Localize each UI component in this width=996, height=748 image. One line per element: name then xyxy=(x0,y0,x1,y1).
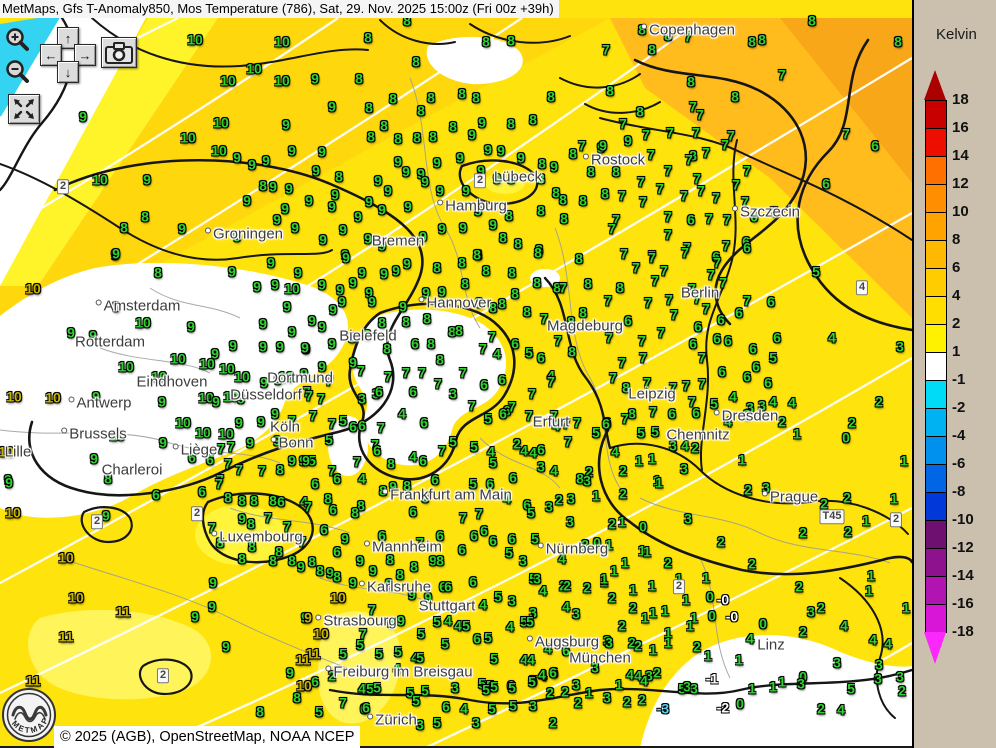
legend-tick-label: 18 xyxy=(952,91,969,108)
legend-tick-label: 12 xyxy=(952,175,969,192)
fullscreen-button[interactable] xyxy=(8,94,40,124)
screenshot-button[interactable] xyxy=(101,37,137,68)
title-bar: MetMaps, Gfs T-Anomaly850, Mos Temperatu… xyxy=(0,0,559,18)
metmaps-app: { "title_bar": {"text": "MetMaps, Gfs T-… xyxy=(0,0,996,748)
legend-segment xyxy=(926,577,946,605)
legend-tick-label: -6 xyxy=(952,455,965,472)
legend-segment xyxy=(926,101,946,129)
run-title: MetMaps, Gfs T-Anomaly850, Mos Temperatu… xyxy=(2,1,554,16)
legend-segment xyxy=(926,213,946,241)
legend-tick-label: 16 xyxy=(952,119,969,136)
legend-segment xyxy=(926,157,946,185)
legend-tick-label: 8 xyxy=(952,231,960,248)
legend-tick-label: 10 xyxy=(952,203,969,220)
legend-segment xyxy=(926,185,946,213)
zoom-out-button[interactable] xyxy=(5,59,31,85)
attribution-bar[interactable]: © 2025 (AGB), OpenStreetMap, NOAA NCEP xyxy=(54,726,360,748)
legend-tick-label: -14 xyxy=(952,567,974,584)
legend-tick-label: -8 xyxy=(952,483,965,500)
legend-sidebar: Kelvin 18 16 14 12 10 8 6 4 2 1 -1 -2 -4 -6 -8 -10 -12 -1… xyxy=(912,0,996,748)
legend-tick-label: -18 xyxy=(952,623,974,640)
legend-title: Kelvin xyxy=(936,26,977,43)
legend-segment xyxy=(926,325,946,353)
zoom-in-button[interactable] xyxy=(5,27,31,53)
pan-down-button[interactable]: ↓ xyxy=(57,61,79,83)
metmaps-logo[interactable]: METMAPS xyxy=(1,686,59,748)
legend-tick-label: 2 xyxy=(952,315,960,332)
arrow-down-icon: ↓ xyxy=(65,66,72,79)
legend-tick-label: 1 xyxy=(952,343,960,360)
camera-icon xyxy=(104,41,134,65)
arrow-right-icon: → xyxy=(79,49,92,62)
legend-tick-label: -2 xyxy=(952,399,965,416)
basemap-graphic xyxy=(0,0,912,748)
legend-segment xyxy=(926,605,946,632)
legend-tick-label: 14 xyxy=(952,147,969,164)
legend-segment xyxy=(926,493,946,521)
legend-tick-label: 6 xyxy=(952,259,960,276)
legend-segment xyxy=(926,353,946,381)
legend-segment xyxy=(926,381,946,409)
legend-segment xyxy=(926,409,946,437)
legend-cap-top xyxy=(924,70,946,100)
legend-segment xyxy=(926,437,946,465)
legend-tick-label: -12 xyxy=(952,539,974,556)
legend-tick-label: 4 xyxy=(952,287,960,304)
fullscreen-icon xyxy=(12,98,36,120)
legend-tick-label: -16 xyxy=(952,595,974,612)
map-canvas[interactable]: 1010101010910910109999109899999988999888… xyxy=(0,0,912,748)
legend-tick-label: -4 xyxy=(952,427,965,444)
legend-segment xyxy=(926,549,946,577)
arrow-up-icon: ↑ xyxy=(65,32,72,45)
zoom-out-icon xyxy=(5,59,31,85)
legend-segment xyxy=(926,521,946,549)
legend-cap-bottom xyxy=(924,632,946,664)
legend-segment xyxy=(926,241,946,269)
legend-tick-label: -1 xyxy=(952,371,965,388)
arrow-left-icon: ← xyxy=(45,49,58,62)
legend-segment xyxy=(926,129,946,157)
legend-tick-label: -10 xyxy=(952,511,974,528)
legend-segment xyxy=(926,269,946,297)
legend-segment xyxy=(926,297,946,325)
legend-color-bar xyxy=(925,100,947,633)
zoom-in-icon xyxy=(5,27,31,53)
legend-segment xyxy=(926,465,946,493)
